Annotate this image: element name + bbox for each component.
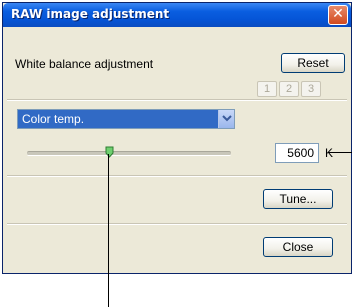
close-icon: ✕: [332, 6, 344, 22]
window-close-button[interactable]: ✕: [328, 5, 348, 25]
divider: [7, 223, 347, 225]
tune-button[interactable]: Tune...: [263, 189, 333, 209]
white-balance-label: White balance adjustment: [15, 57, 154, 71]
slider-thumb-icon[interactable]: [105, 146, 114, 158]
reset-button[interactable]: Reset: [281, 53, 345, 73]
color-temp-value[interactable]: 5600: [275, 143, 319, 163]
close-button[interactable]: Close: [263, 237, 333, 257]
slot-button-3[interactable]: 3: [301, 81, 321, 97]
dropdown-button[interactable]: [218, 110, 234, 128]
kelvin-unit: K: [325, 146, 334, 160]
title-bar[interactable]: RAW image adjustment ✕: [3, 3, 351, 27]
window-title: RAW image adjustment: [11, 7, 170, 21]
chevron-down-icon: [222, 115, 232, 122]
slot-button-2[interactable]: 2: [279, 81, 299, 97]
divider: [7, 99, 347, 101]
divider: [7, 175, 347, 177]
select-value: Color temp.: [18, 110, 218, 128]
raw-adjustment-window: RAW image adjustment ✕ White balance adj…: [2, 2, 352, 274]
callout-line-value: [328, 152, 352, 153]
callout-line-slider: [107, 154, 109, 307]
color-temp-slider-track[interactable]: [27, 151, 231, 156]
white-balance-mode-select[interactable]: Color temp.: [17, 109, 235, 129]
slot-button-1[interactable]: 1: [257, 81, 277, 97]
